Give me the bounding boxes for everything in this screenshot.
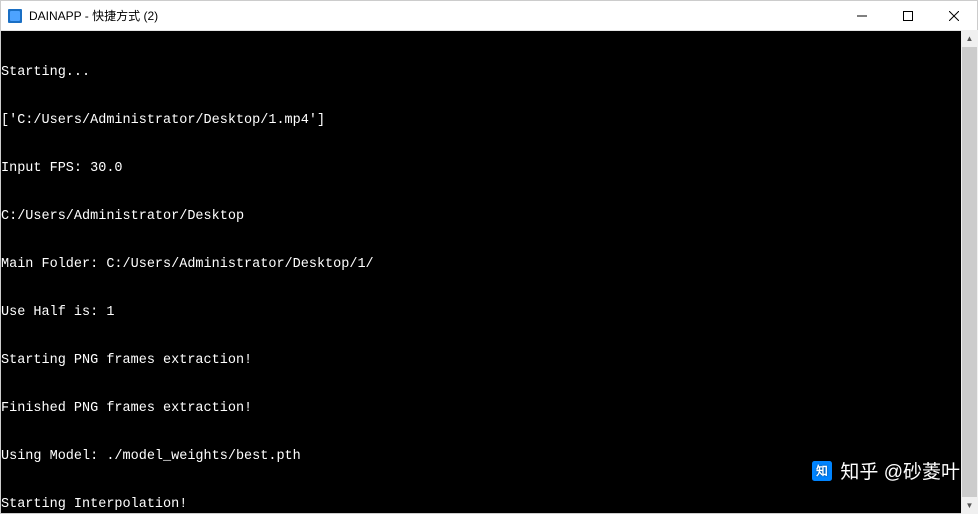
close-button[interactable] — [931, 1, 977, 30]
minimize-button[interactable] — [839, 1, 885, 30]
app-window: DAINAPP - 快捷方式 (2) Starting... ['C:/User… — [0, 0, 978, 514]
console-line: Use Half is: 1 — [1, 305, 977, 321]
scrollbar[interactable]: ▲ ▼ — [961, 30, 978, 514]
maximize-button[interactable] — [885, 1, 931, 30]
scroll-up-icon[interactable]: ▲ — [961, 30, 978, 47]
scroll-down-icon[interactable]: ▼ — [961, 497, 978, 514]
titlebar[interactable]: DAINAPP - 快捷方式 (2) — [1, 1, 977, 31]
console-line: Starting... — [1, 65, 977, 81]
app-icon — [7, 8, 23, 24]
window-title: DAINAPP - 快捷方式 (2) — [29, 7, 839, 24]
console-line: Starting Interpolation! — [1, 497, 977, 513]
console-line: Main Folder: C:/Users/Administrator/Desk… — [1, 257, 977, 273]
window-controls — [839, 1, 977, 30]
scrollbar-thumb[interactable] — [962, 47, 977, 497]
console-line: ['C:/Users/Administrator/Desktop/1.mp4'] — [1, 113, 977, 129]
console-line: Input FPS: 30.0 — [1, 161, 977, 177]
console-line: Finished PNG frames extraction! — [1, 401, 977, 417]
console-line: C:/Users/Administrator/Desktop — [1, 209, 977, 225]
console-output: Starting... ['C:/Users/Administrator/Des… — [1, 31, 977, 513]
watermark-text: 知乎 @砂菱叶 — [840, 457, 960, 484]
zhihu-logo-icon: 知 — [812, 461, 832, 481]
console-line: Starting PNG frames extraction! — [1, 353, 977, 369]
svg-text:知: 知 — [816, 464, 829, 478]
watermark: 知 知乎 @砂菱叶 — [812, 457, 960, 484]
